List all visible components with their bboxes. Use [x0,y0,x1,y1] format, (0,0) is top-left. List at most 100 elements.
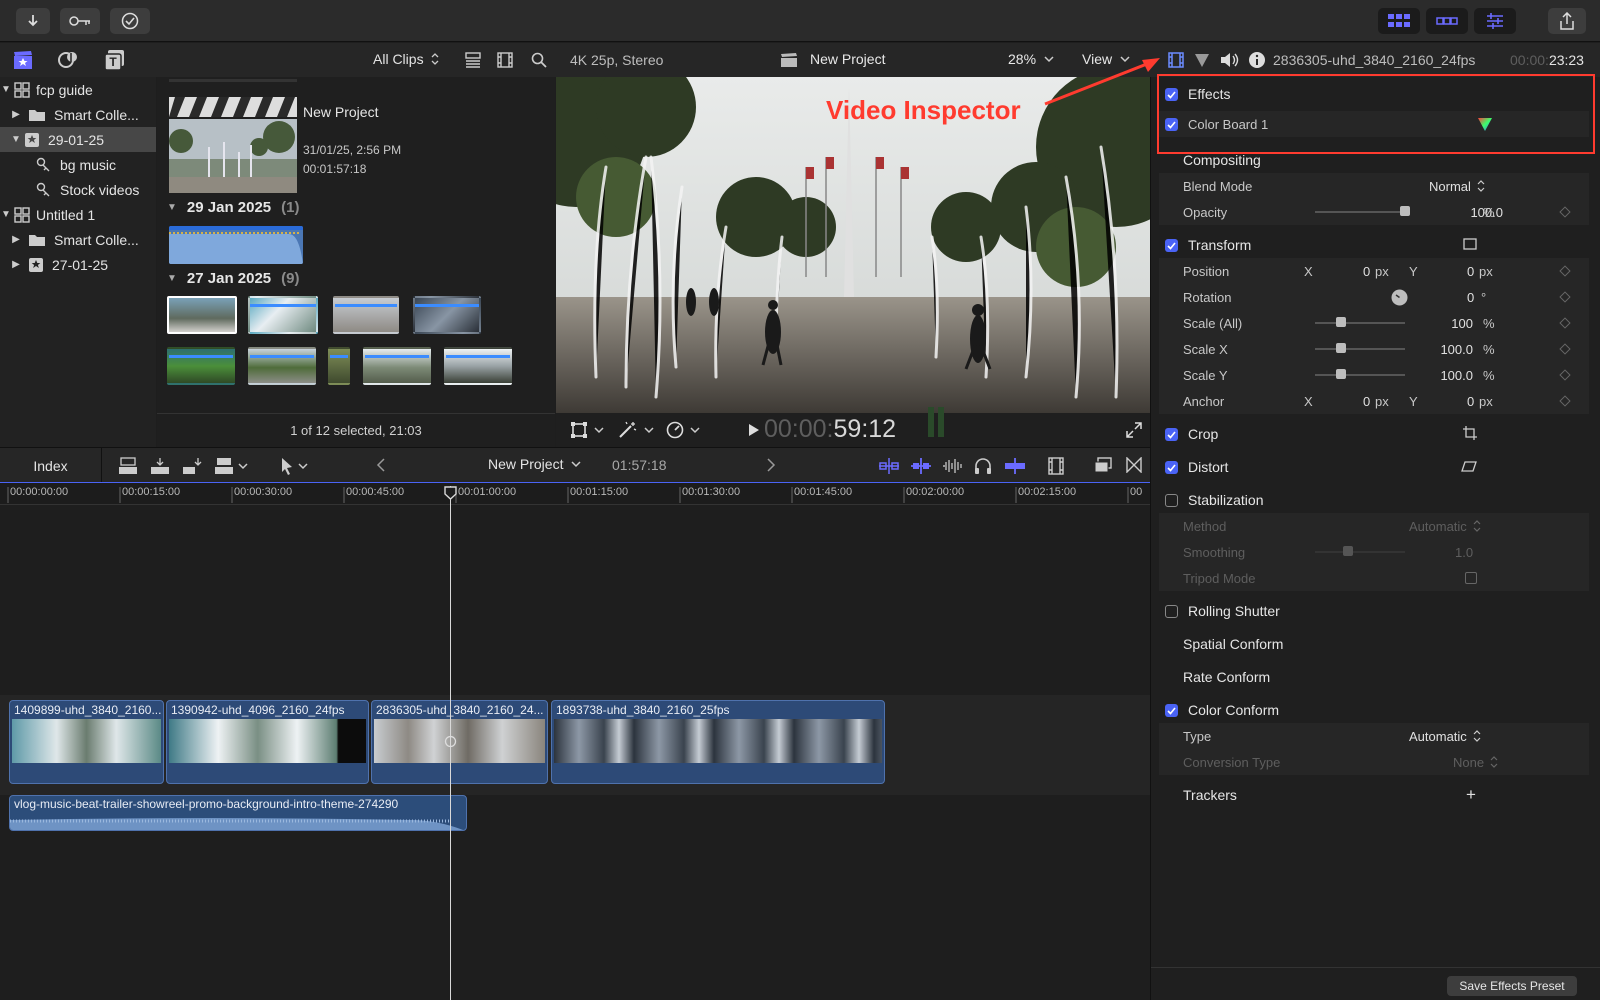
back-button[interactable] [376,458,386,472]
disclosure-triangle-icon[interactable]: ▼ [10,134,22,145]
rotation-value[interactable]: 0 [1467,290,1474,305]
video-inspector-tab[interactable] [1168,52,1184,68]
disclosure-triangle-icon[interactable]: ▼ [167,202,177,213]
tool-select-dropdown[interactable] [280,457,308,475]
clip-thumbnail[interactable] [248,347,316,385]
type-select[interactable]: Automatic [1409,729,1481,744]
save-effects-preset-button[interactable]: Save Effects Preset [1447,976,1577,996]
keyframe-diamond-icon[interactable] [1559,317,1571,329]
retime-dropdown[interactable] [666,421,700,439]
insert-clip-button[interactable] [150,457,170,475]
share-button[interactable] [1548,8,1586,34]
clip-appearance-button[interactable] [1048,457,1064,475]
rate-conform-section[interactable]: Rate Conform [1159,664,1589,690]
add-tracker-button[interactable]: + [1466,785,1476,805]
slider-knob[interactable] [1400,206,1410,216]
disclosure-triangle-icon[interactable]: ▶ [10,259,22,270]
transitions-browser-button[interactable] [1126,457,1142,473]
method-select[interactable]: Automatic [1409,519,1481,534]
keyframe-diamond-icon[interactable] [1559,343,1571,355]
solo-button[interactable] [974,457,992,475]
slider-knob[interactable] [1336,369,1346,379]
timeline-clip[interactable]: 1409899-uhd_3840_2160... [9,700,164,784]
opacity-slider[interactable] [1315,206,1410,216]
keyword-collection[interactable]: Stock videos [0,177,156,202]
photos-audio-button[interactable] [57,49,81,71]
slider-knob[interactable] [1336,343,1346,353]
rolling-shutter-checkbox[interactable] [1165,604,1178,618]
overwrite-clip-dropdown[interactable] [214,457,248,475]
keyword-collection[interactable]: bg music [0,152,156,177]
project-thumbnail[interactable] [169,97,297,193]
show-inspector-button[interactable] [1474,8,1516,34]
smoothing-slider[interactable] [1315,546,1405,556]
clip-appearance-button[interactable] [497,52,513,68]
import-button[interactable] [16,8,50,34]
color-board-icon[interactable] [1477,116,1493,132]
smart-collection-folder[interactable]: ▶ Smart Colle... [0,102,156,127]
date-group-header[interactable]: ▼ 27 Jan 2025 (9) [167,270,300,287]
disclosure-triangle-icon[interactable]: ▶ [10,234,22,245]
stabilization-checkbox[interactable] [1165,493,1178,507]
clip-thumbnail[interactable] [328,347,350,385]
titles-generators-button[interactable]: T [104,49,126,71]
color-conform-checkbox[interactable] [1165,703,1178,717]
date-group-header[interactable]: ▼ 29 Jan 2025 (1) [167,199,300,216]
crop-onscreen-icon[interactable] [1463,426,1477,440]
disclosure-triangle-icon[interactable]: ▼ [0,209,12,220]
clip-thumbnail[interactable] [444,347,512,385]
keyframe-diamond-icon[interactable] [1559,369,1571,381]
libraries-button[interactable] [12,49,34,71]
clip-thumbnail[interactable] [167,296,237,334]
color-board-checkbox[interactable] [1165,117,1178,131]
keyframe-diamond-icon[interactable] [1559,291,1571,303]
snapping-button[interactable] [910,458,932,474]
enhancements-dropdown[interactable] [618,421,654,439]
clip-thumbnail[interactable] [248,296,318,334]
show-timeline-button[interactable] [1426,8,1468,34]
search-button[interactable] [531,52,547,68]
append-clip-button[interactable] [182,457,202,475]
show-browser-button[interactable] [1378,8,1420,34]
clip-filter-dropdown[interactable]: All Clips [373,51,440,67]
transform-section[interactable]: Transform [1159,232,1589,258]
scale-all-slider[interactable] [1315,317,1405,327]
stabilization-section[interactable]: Stabilization [1159,487,1589,513]
timeline-ruler[interactable]: 00:00:00:00 00:00:15:00 00:00:30:00 00:0… [0,483,1150,505]
scale-all-value[interactable]: 100 [1451,316,1473,331]
audio-skimming-button[interactable] [942,458,964,474]
color-conform-section[interactable]: Color Conform [1159,697,1589,723]
audio-clip-thumbnail[interactable] [169,226,303,264]
clip-thumbnail[interactable] [333,296,399,334]
fullscreen-button[interactable] [1126,422,1142,438]
timeline-clip[interactable]: 2836305-uhd_3840_2160_24... [371,700,548,784]
scale-y-slider[interactable] [1315,369,1405,379]
slider-knob[interactable] [1343,546,1353,556]
keyframe-diamond-icon[interactable] [1559,265,1571,277]
keyframe-diamond-icon[interactable] [1559,206,1571,218]
keywords-button[interactable] [60,8,100,34]
conversion-type-select[interactable]: None [1453,755,1498,770]
slider-knob[interactable] [1336,317,1346,327]
viewer-canvas[interactable]: Video Inspector [556,77,1150,413]
info-inspector-tab[interactable] [1248,51,1266,69]
audio-inspector-tab[interactable] [1219,51,1239,69]
scale-x-slider[interactable] [1315,343,1405,353]
skimming-button[interactable] [1004,458,1026,474]
play-button[interactable] [748,423,760,437]
transform-tools-dropdown[interactable] [570,421,604,439]
list-view-button[interactable] [465,52,481,68]
scale-x-value[interactable]: 100.0 [1440,342,1473,357]
scale-y-value[interactable]: 100.0 [1440,368,1473,383]
rolling-shutter-section[interactable]: Rolling Shutter [1159,598,1589,624]
color-board-effect[interactable]: Color Board 1 [1159,111,1589,137]
zoom-in-out-button[interactable] [878,458,900,474]
clip-thumbnail[interactable] [413,296,481,334]
disclosure-triangle-icon[interactable]: ▶ [10,109,22,120]
position-x-value[interactable]: 0 [1363,264,1370,279]
project-dropdown[interactable]: New Project [488,456,581,472]
forward-button[interactable] [766,458,776,472]
event-item[interactable]: ▼ 29-01-25 [0,127,156,152]
spatial-conform-section[interactable]: Spatial Conform [1159,631,1589,657]
effects-section[interactable]: Effects [1159,81,1589,107]
